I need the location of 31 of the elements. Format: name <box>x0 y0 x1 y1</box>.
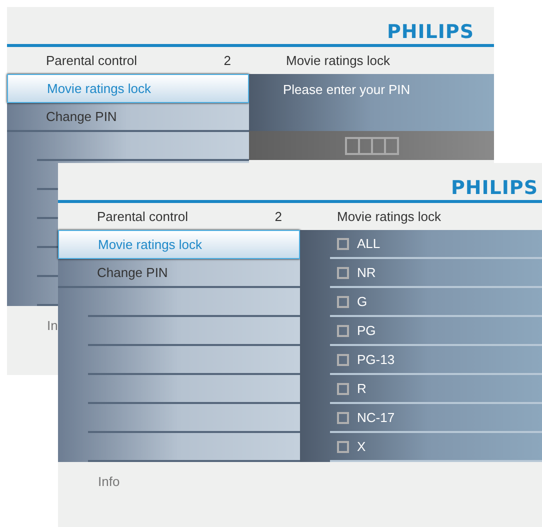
rating-label: ALL <box>357 234 380 253</box>
rating-label: R <box>357 380 366 398</box>
pin-digit-boxes-icon <box>344 136 398 154</box>
menu-title: Parental control <box>46 52 138 70</box>
menu-title: Parental control <box>97 208 188 226</box>
brand-logo: PHILIPS <box>386 23 474 42</box>
checkbox[interactable] <box>337 354 349 366</box>
rating-label: PG-13 <box>357 350 395 369</box>
item-count: 2 <box>274 208 282 226</box>
checkbox[interactable] <box>337 324 349 336</box>
pin-prompt: Please enter your PIN <box>283 82 410 97</box>
checkbox[interactable] <box>337 382 349 394</box>
checkbox[interactable] <box>337 238 349 250</box>
checkbox[interactable] <box>337 440 349 452</box>
rating-label: NR <box>357 264 376 282</box>
rating-label: X <box>357 438 366 456</box>
checkbox[interactable] <box>337 412 349 424</box>
rating-label: NC-17 <box>357 408 395 427</box>
brand-logo: PHILIPS <box>450 179 538 198</box>
rating-label: G <box>357 292 368 311</box>
pin-entry-bar[interactable] <box>249 131 494 160</box>
menu-item[interactable]: Movie ratings lock <box>7 74 249 103</box>
panel-title: Movie ratings lock <box>285 52 390 70</box>
item-count: 2 <box>224 52 231 70</box>
info-label: In <box>47 318 58 333</box>
rating-label: PG <box>357 322 376 340</box>
menu-item[interactable]: Movie ratings lock <box>58 230 300 259</box>
checkbox[interactable] <box>337 266 349 278</box>
info-label: Info <box>98 474 120 489</box>
checkbox[interactable] <box>337 296 349 308</box>
panel-title: Movie ratings lock <box>336 208 442 226</box>
